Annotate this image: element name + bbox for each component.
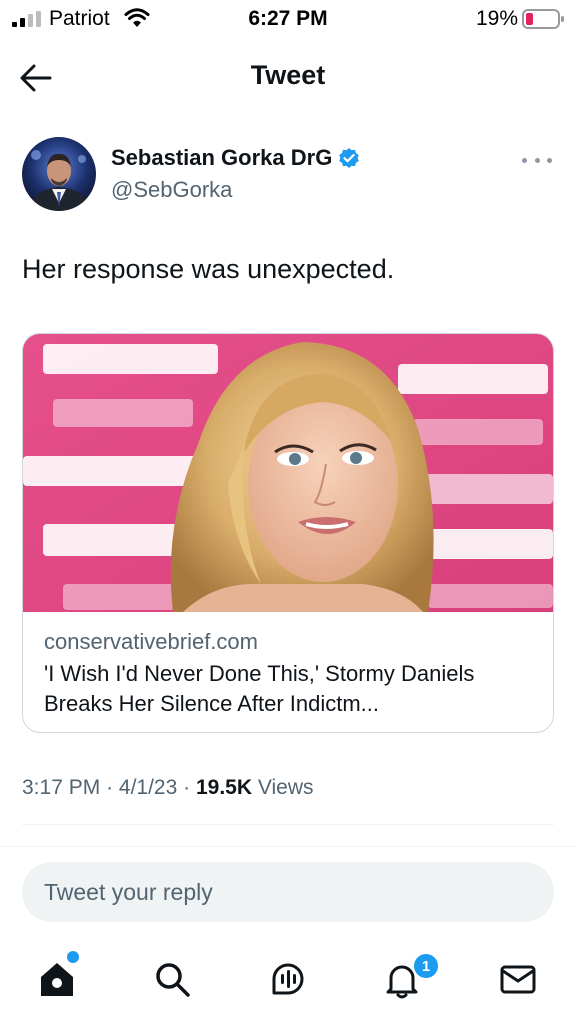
bottom-tab-bar: 1 [0,945,576,1015]
tab-home[interactable] [35,957,79,1001]
nav-header: Tweet [0,50,576,104]
more-dot-icon [534,157,540,163]
author-handle[interactable]: @SebGorka [111,177,232,203]
home-unread-dot [67,951,79,963]
tab-search[interactable] [150,957,194,1001]
page-title: Tweet [250,60,326,90]
messages-icon [500,965,536,994]
divider [22,824,554,825]
spaces-icon [272,963,304,995]
meta-separator: · [106,776,114,799]
battery-percentage: 19% [475,7,518,30]
tweet-date: 4/1/23 [118,776,178,799]
tweet-time: 3:17 PM [22,776,101,799]
search-icon [156,963,190,997]
reply-box[interactable] [22,862,554,922]
author-name-row[interactable]: Sebastian Gorka DrG [111,145,360,171]
more-dot-icon [522,157,527,163]
tweet-meta: 3:17 PM · 4/1/23 · 19.5K Views [22,776,314,800]
views-count[interactable]: 19.5K [196,776,252,799]
card-image[interactable] [23,334,553,612]
tab-messages[interactable] [496,957,540,1001]
battery-icon [522,9,564,29]
author-name: Sebastian Gorka DrG [111,145,333,170]
tweet-text: Her response was unexpected. [22,254,395,284]
author-avatar[interactable] [22,137,96,211]
divider [0,846,576,847]
notifications-badge: 1 [412,952,440,980]
card-title: 'I Wish I'd Never Done This,' Stormy Dan… [44,661,475,716]
card-domain: conservativebrief.com [44,629,258,654]
status-bar: Patriot 6:27 PM 19% [0,0,576,40]
home-icon [41,963,73,996]
link-preview-card[interactable]: conservativebrief.com 'I Wish I'd Never … [22,333,554,733]
views-label: Views [257,776,314,799]
reply-input[interactable] [22,862,554,922]
more-dot-icon [547,157,552,163]
meta-separator: · [183,776,191,799]
verified-badge-icon [339,148,360,168]
tab-spaces[interactable] [266,957,310,1001]
more-options-button[interactable] [522,150,552,170]
